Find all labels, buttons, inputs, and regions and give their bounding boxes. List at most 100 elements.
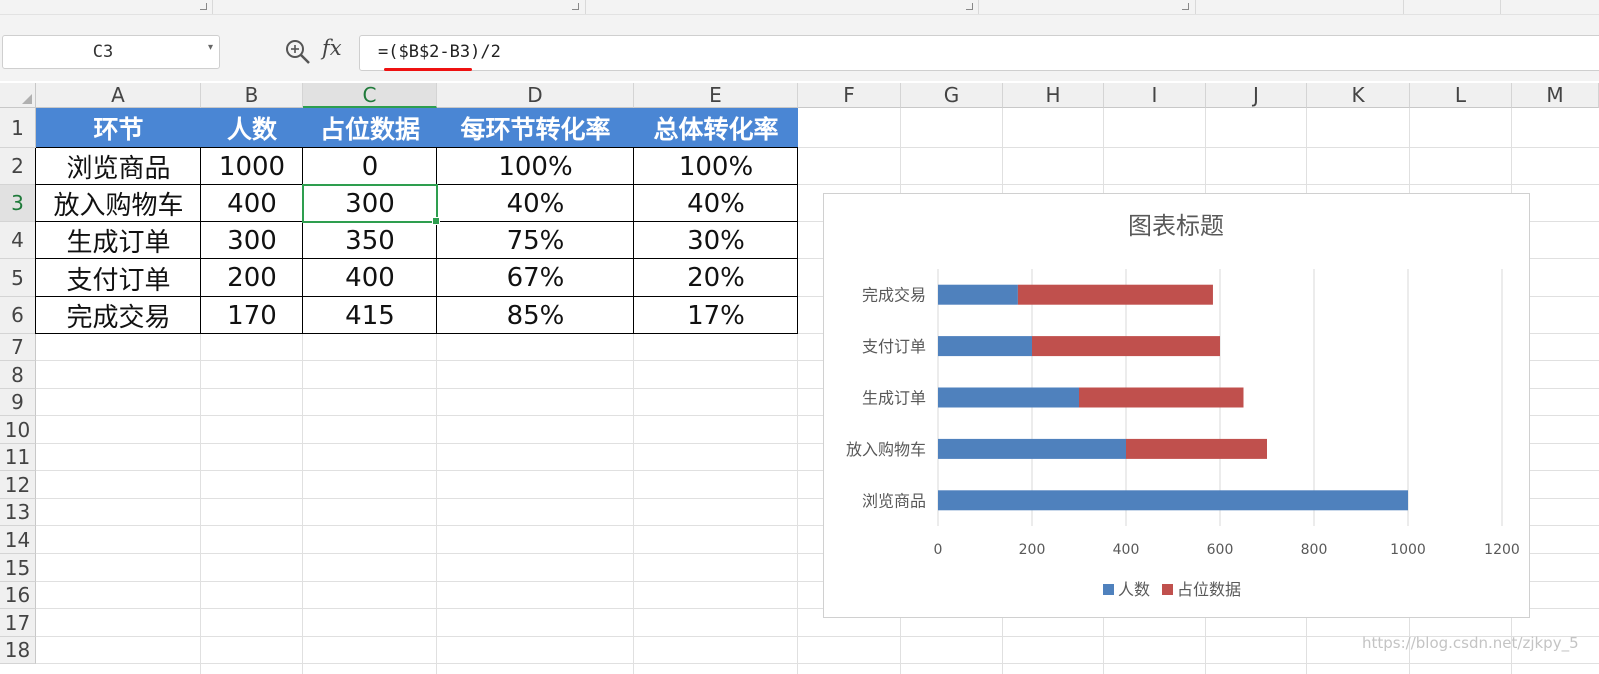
row-header-10[interactable]: 10 [0, 416, 36, 444]
table-cell[interactable]: 67% [437, 259, 634, 297]
table-border [200, 148, 201, 334]
column-header-b[interactable]: B [201, 83, 303, 108]
row-header-11[interactable]: 11 [0, 444, 36, 471]
table-cell[interactable]: 1000 [201, 148, 303, 185]
column-header-j[interactable]: J [1206, 83, 1307, 108]
row-header-6[interactable]: 6 [0, 297, 36, 334]
row-header-8[interactable]: 8 [0, 361, 36, 389]
table-border [36, 258, 798, 259]
table-cell[interactable]: 17% [634, 297, 798, 334]
table-cell[interactable]: 170 [201, 297, 303, 334]
table-cell[interactable]: 100% [437, 148, 634, 185]
table-header-cell[interactable]: 每环节转化率 [437, 108, 634, 148]
row-header-4[interactable]: 4 [0, 222, 36, 259]
table-cell[interactable]: 0 [303, 148, 437, 185]
column-header-d[interactable]: D [437, 83, 634, 108]
row-header-5[interactable]: 5 [0, 259, 36, 297]
row-header-9[interactable]: 9 [0, 389, 36, 416]
row-header-17[interactable]: 17 [0, 609, 36, 637]
ribbon-separator [1403, 0, 1404, 14]
table-cell[interactable]: 生成订单 [36, 222, 201, 259]
table-cell[interactable]: 75% [437, 222, 634, 259]
x-tick-label: 0 [934, 542, 943, 558]
chevron-down-icon[interactable]: ▾ [208, 42, 213, 53]
chart-container[interactable]: 图表标题 0 200 400 600 800 1000 1200 浏览商品 放入购物车 生成订单 支付… [823, 193, 1530, 618]
category-label: 生成订单 [862, 389, 926, 408]
row-header-14[interactable]: 14 [0, 526, 36, 554]
table-border [36, 296, 798, 297]
table-cell[interactable]: 支付订单 [36, 259, 201, 297]
column-header-h[interactable]: H [1003, 83, 1104, 108]
row-header-15[interactable]: 15 [0, 554, 36, 582]
ribbon-separator [585, 0, 586, 14]
table-cell[interactable]: 完成交易 [36, 297, 201, 334]
row-header-7[interactable]: 7 [0, 334, 36, 361]
fill-handle[interactable] [432, 217, 440, 225]
table-cell[interactable]: 100% [634, 148, 798, 185]
dialog-launcher-icon[interactable] [966, 3, 973, 10]
dialog-launcher-icon[interactable] [572, 3, 579, 10]
table-cell[interactable]: 85% [437, 297, 634, 334]
bar-placeholder [1126, 438, 1267, 459]
select-all-icon[interactable] [22, 94, 32, 104]
column-header-k[interactable]: K [1307, 83, 1410, 108]
ribbon-separator [1195, 0, 1196, 14]
table-cell[interactable]: 200 [201, 259, 303, 297]
column-header-l[interactable]: L [1410, 83, 1512, 108]
annotation-underline [384, 68, 472, 71]
table-header-cell[interactable]: 总体转化率 [634, 108, 798, 148]
dialog-launcher-icon[interactable] [200, 3, 207, 10]
x-tick-label: 600 [1207, 542, 1234, 558]
table-border [302, 148, 303, 334]
column-header-g[interactable]: G [901, 83, 1003, 108]
column-header-f[interactable]: F [798, 83, 901, 108]
column-header-i[interactable]: I [1104, 83, 1206, 108]
legend-label: 人数 [1118, 580, 1150, 599]
ribbon-separator [212, 0, 213, 14]
table-border [36, 333, 798, 334]
table-border [35, 148, 36, 334]
table-cell[interactable]: 40% [634, 185, 798, 222]
ribbon-separator [1500, 0, 1501, 14]
bar-count [938, 438, 1126, 459]
legend-label: 占位数据 [1177, 580, 1241, 599]
table-header-cell[interactable]: 占位数据 [303, 108, 437, 148]
table-cell[interactable]: 415 [303, 297, 437, 334]
table-cell[interactable]: 400 [201, 185, 303, 222]
row-header-3[interactable]: 3 [0, 185, 36, 222]
ribbon-separator [978, 0, 979, 14]
table-cell[interactable]: 浏览商品 [36, 148, 201, 185]
table-cell[interactable]: 40% [437, 185, 634, 222]
active-cell-selection[interactable] [302, 184, 440, 225]
table-cell[interactable]: 20% [634, 259, 798, 297]
table-header-cell[interactable]: 人数 [201, 108, 303, 148]
table-cell[interactable]: 30% [634, 222, 798, 259]
row-header-18[interactable]: 18 [0, 637, 36, 664]
stacked-bar-chart: 图表标题 0 200 400 600 800 1000 1200 浏览商品 放入购物车 生成订单 支付… [846, 212, 1520, 599]
fx-icon[interactable]: fx [322, 36, 342, 60]
bar-count [938, 387, 1079, 408]
name-box[interactable]: C3 ▾ [2, 35, 220, 69]
row-header-2[interactable]: 2 [0, 148, 36, 185]
table-cell[interactable]: 300 [201, 222, 303, 259]
formula-input[interactable]: =($B$2-B3)/2 [359, 35, 1599, 71]
table-header-cell[interactable]: 环节 [36, 108, 201, 148]
x-tick-label: 1200 [1484, 542, 1520, 558]
column-header-e[interactable]: E [634, 83, 798, 108]
row-header-1[interactable]: 1 [0, 108, 36, 148]
x-tick-label: 400 [1113, 542, 1140, 558]
zoom-search-icon[interactable] [284, 38, 312, 66]
row-header-16[interactable]: 16 [0, 582, 36, 609]
table-cell[interactable]: 350 [303, 222, 437, 259]
dialog-launcher-icon[interactable] [1182, 3, 1189, 10]
row-header-13[interactable]: 13 [0, 499, 36, 526]
table-cell[interactable]: 放入购物车 [36, 185, 201, 222]
column-header-m[interactable]: M [1512, 83, 1599, 108]
column-header-c[interactable]: C [303, 83, 437, 108]
column-header-a[interactable]: A [36, 83, 201, 108]
select-all-corner[interactable] [0, 83, 36, 108]
ribbon-strip [0, 0, 1599, 15]
row-header-12[interactable]: 12 [0, 471, 36, 499]
table-cell[interactable]: 400 [303, 259, 437, 297]
bar-placeholder [1032, 336, 1220, 357]
